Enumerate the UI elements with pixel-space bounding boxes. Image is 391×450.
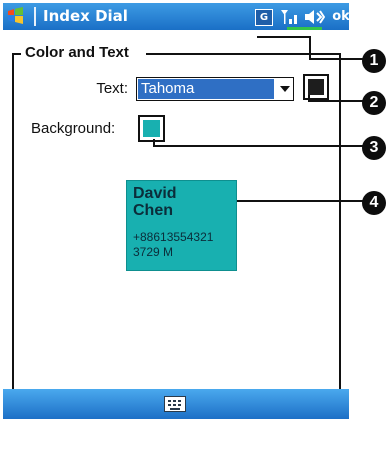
callout-line-2-vert — [308, 95, 310, 102]
title-bar: Index Dial G ok — [3, 3, 352, 30]
chevron-down-icon[interactable] — [280, 86, 290, 92]
callout-1: 1 — [362, 49, 386, 73]
callout-3: 3 — [362, 136, 386, 160]
callout-4: 4 — [362, 191, 386, 215]
signal-icon[interactable] — [279, 8, 301, 26]
callout-line-4 — [237, 200, 364, 202]
group-title: Color and Text — [24, 44, 130, 61]
bottom-bar — [3, 389, 349, 419]
text-color-button[interactable] — [303, 74, 329, 100]
background-color-button[interactable] — [138, 115, 165, 142]
preview-room: 3729 M — [133, 245, 174, 259]
background-color-swatch — [143, 120, 160, 137]
contact-preview: David Chen +88613554321 3729 M — [126, 180, 237, 271]
text-label: Text: — [96, 80, 128, 97]
groupbox-border-left — [12, 53, 21, 55]
content-area: Color and Text Text: Tahoma Background: … — [3, 30, 349, 403]
callout-line-3-vert — [153, 139, 155, 147]
callout-line-3 — [153, 145, 364, 147]
gprs-indicator-icon[interactable]: G — [255, 9, 273, 26]
preview-phone: +88613554321 — [133, 230, 214, 244]
font-select[interactable]: Tahoma — [136, 77, 294, 101]
font-select-value: Tahoma — [138, 79, 274, 99]
callout-line-2 — [308, 100, 364, 102]
callout-line-1-top — [257, 36, 309, 38]
preview-last-name: Chen — [133, 202, 173, 219]
text-color-swatch — [308, 79, 324, 95]
keyboard-icon[interactable] — [164, 396, 186, 412]
ok-button[interactable]: ok — [330, 8, 352, 26]
windows-logo-icon[interactable] — [6, 6, 26, 26]
callout-line-1-vert — [309, 36, 311, 58]
app-title: Index Dial — [43, 7, 128, 25]
preview-name: David Chen — [133, 185, 177, 219]
preview-first-name: David — [133, 185, 177, 202]
volume-icon[interactable] — [303, 9, 325, 25]
background-label: Background: — [31, 120, 116, 137]
title-separator — [34, 7, 36, 26]
callout-2: 2 — [362, 91, 386, 115]
callout-line-1 — [309, 58, 364, 60]
